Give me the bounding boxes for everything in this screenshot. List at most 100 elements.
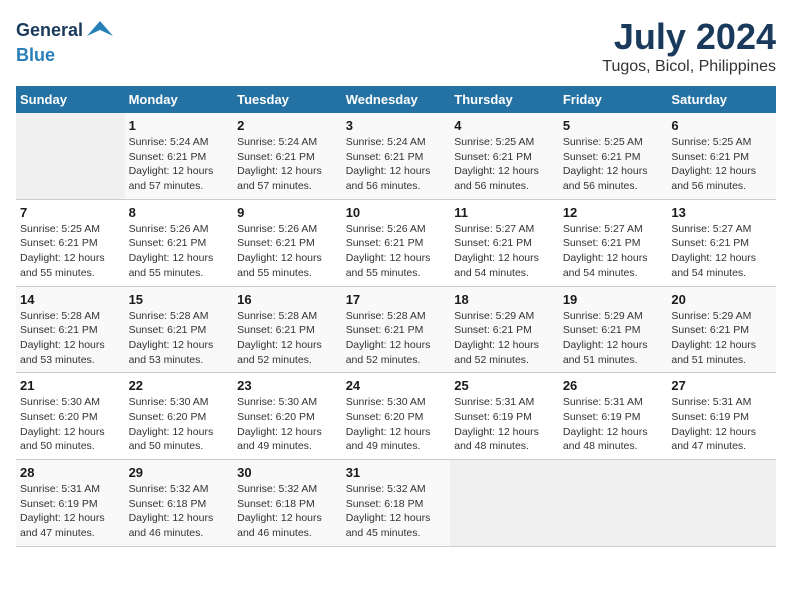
calendar-cell: 17 Sunrise: 5:28 AM Sunset: 6:21 PM Dayli… bbox=[342, 286, 451, 373]
calendar-cell: 5 Sunrise: 5:25 AM Sunset: 6:21 PM Daylig… bbox=[559, 113, 668, 199]
calendar-cell: 6Sunrise: 5:25 AM Sunset: 6:21 PM Daylig… bbox=[667, 113, 776, 199]
day-info: Sunrise: 5:27 AM Sunset: 6:21 PM Dayligh… bbox=[454, 222, 555, 281]
day-info: Sunrise: 5:30 AM Sunset: 6:20 PM Dayligh… bbox=[20, 395, 121, 454]
calendar-cell: 26 Sunrise: 5:31 AM Sunset: 6:19 PM Dayli… bbox=[559, 373, 668, 460]
day-info: Sunrise: 5:28 AM Sunset: 6:21 PM Dayligh… bbox=[20, 309, 121, 368]
day-info: Sunrise: 5:26 AM Sunset: 6:21 PM Dayligh… bbox=[346, 222, 447, 281]
day-info: Sunrise: 5:28 AM Sunset: 6:21 PM Dayligh… bbox=[346, 309, 447, 368]
calendar-cell: 7 Sunrise: 5:25 AM Sunset: 6:21 PM Daylig… bbox=[16, 199, 125, 286]
calendar-cell: 13Sunrise: 5:27 AM Sunset: 6:21 PM Dayli… bbox=[667, 199, 776, 286]
day-number: 3 bbox=[346, 118, 447, 133]
calendar-cell: 27 Sunrise: 5:31 AM Sunset: 6:19 PM Dayli… bbox=[667, 373, 776, 460]
day-info: Sunrise: 5:28 AM Sunset: 6:21 PM Dayligh… bbox=[237, 309, 338, 368]
day-number: 2 bbox=[237, 118, 338, 133]
day-number: 4 bbox=[454, 118, 555, 133]
main-title: July 2024 bbox=[602, 16, 776, 58]
day-info: Sunrise: 5:25 AM Sunset: 6:21 PM Dayligh… bbox=[563, 135, 664, 194]
logo: General Blue bbox=[16, 16, 115, 66]
calendar-cell bbox=[667, 460, 776, 547]
day-info: Sunrise: 5:30 AM Sunset: 6:20 PM Dayligh… bbox=[346, 395, 447, 454]
calendar-cell: 1 Sunrise: 5:24 AM Sunset: 6:21 PM Daylig… bbox=[125, 113, 234, 199]
day-number: 27 bbox=[671, 378, 772, 393]
calendar-cell: 31 Sunrise: 5:32 AM Sunset: 6:18 PM Dayli… bbox=[342, 460, 451, 547]
day-number: 26 bbox=[563, 378, 664, 393]
day-number: 8 bbox=[129, 205, 230, 220]
calendar-cell: 15 Sunrise: 5:28 AM Sunset: 6:21 PM Dayli… bbox=[125, 286, 234, 373]
day-info: Sunrise: 5:26 AM Sunset: 6:21 PM Dayligh… bbox=[129, 222, 230, 281]
week-row-4: 21 Sunrise: 5:30 AM Sunset: 6:20 PM Dayli… bbox=[16, 373, 776, 460]
day-number: 30 bbox=[237, 465, 338, 480]
day-info: Sunrise: 5:31 AM Sunset: 6:19 PM Dayligh… bbox=[20, 482, 121, 541]
calendar-cell: 23Sunrise: 5:30 AM Sunset: 6:20 PM Dayli… bbox=[233, 373, 342, 460]
day-number: 13 bbox=[671, 205, 772, 220]
calendar-cell bbox=[450, 460, 559, 547]
day-info: Sunrise: 5:26 AM Sunset: 6:21 PM Dayligh… bbox=[237, 222, 338, 281]
day-info: Sunrise: 5:24 AM Sunset: 6:21 PM Dayligh… bbox=[237, 135, 338, 194]
day-info: Sunrise: 5:27 AM Sunset: 6:21 PM Dayligh… bbox=[563, 222, 664, 281]
day-number: 7 bbox=[20, 205, 121, 220]
day-header-friday: Friday bbox=[559, 86, 668, 113]
calendar-cell: 10 Sunrise: 5:26 AM Sunset: 6:21 PM Dayli… bbox=[342, 199, 451, 286]
day-header-tuesday: Tuesday bbox=[233, 86, 342, 113]
calendar-cell bbox=[559, 460, 668, 547]
day-info: Sunrise: 5:25 AM Sunset: 6:21 PM Dayligh… bbox=[454, 135, 555, 194]
calendar-cell: 11 Sunrise: 5:27 AM Sunset: 6:21 PM Dayli… bbox=[450, 199, 559, 286]
day-info: Sunrise: 5:31 AM Sunset: 6:19 PM Dayligh… bbox=[671, 395, 772, 454]
header: General Blue July 2024 Tugos, Bicol, Phi… bbox=[16, 16, 776, 76]
day-number: 21 bbox=[20, 378, 121, 393]
day-number: 15 bbox=[129, 292, 230, 307]
calendar-cell: 28 Sunrise: 5:31 AM Sunset: 6:19 PM Dayli… bbox=[16, 460, 125, 547]
day-number: 14 bbox=[20, 292, 121, 307]
day-number: 1 bbox=[129, 118, 230, 133]
day-number: 20 bbox=[671, 292, 772, 307]
day-header-wednesday: Wednesday bbox=[342, 86, 451, 113]
day-number: 23 bbox=[237, 378, 338, 393]
day-header-monday: Monday bbox=[125, 86, 234, 113]
day-number: 17 bbox=[346, 292, 447, 307]
day-number: 28 bbox=[20, 465, 121, 480]
day-number: 5 bbox=[563, 118, 664, 133]
subtitle: Tugos, Bicol, Philippines bbox=[602, 58, 776, 76]
week-row-2: 7 Sunrise: 5:25 AM Sunset: 6:21 PM Daylig… bbox=[16, 199, 776, 286]
day-number: 25 bbox=[454, 378, 555, 393]
calendar-cell: 12 Sunrise: 5:27 AM Sunset: 6:21 PM Dayli… bbox=[559, 199, 668, 286]
day-info: Sunrise: 5:32 AM Sunset: 6:18 PM Dayligh… bbox=[129, 482, 230, 541]
calendar-cell: 19Sunrise: 5:29 AM Sunset: 6:21 PM Dayli… bbox=[559, 286, 668, 373]
day-number: 31 bbox=[346, 465, 447, 480]
day-number: 29 bbox=[129, 465, 230, 480]
day-info: Sunrise: 5:30 AM Sunset: 6:20 PM Dayligh… bbox=[129, 395, 230, 454]
calendar-cell: 30Sunrise: 5:32 AM Sunset: 6:18 PM Dayli… bbox=[233, 460, 342, 547]
day-info: Sunrise: 5:31 AM Sunset: 6:19 PM Dayligh… bbox=[563, 395, 664, 454]
calendar-cell: 4 Sunrise: 5:25 AM Sunset: 6:21 PM Daylig… bbox=[450, 113, 559, 199]
calendar-table: SundayMondayTuesdayWednesdayThursdayFrid… bbox=[16, 86, 776, 547]
calendar-cell: 16 Sunrise: 5:28 AM Sunset: 6:21 PM Dayli… bbox=[233, 286, 342, 373]
day-number: 12 bbox=[563, 205, 664, 220]
day-info: Sunrise: 5:29 AM Sunset: 6:21 PM Dayligh… bbox=[563, 309, 664, 368]
calendar-cell: 14 Sunrise: 5:28 AM Sunset: 6:21 PM Dayli… bbox=[16, 286, 125, 373]
day-info: Sunrise: 5:32 AM Sunset: 6:18 PM Dayligh… bbox=[346, 482, 447, 541]
day-info: Sunrise: 5:25 AM Sunset: 6:21 PM Dayligh… bbox=[671, 135, 772, 194]
day-number: 16 bbox=[237, 292, 338, 307]
day-number: 11 bbox=[454, 205, 555, 220]
day-info: Sunrise: 5:25 AM Sunset: 6:21 PM Dayligh… bbox=[20, 222, 121, 281]
day-number: 24 bbox=[346, 378, 447, 393]
calendar-cell: 2 Sunrise: 5:24 AM Sunset: 6:21 PM Daylig… bbox=[233, 113, 342, 199]
day-header-thursday: Thursday bbox=[450, 86, 559, 113]
day-header-saturday: Saturday bbox=[667, 86, 776, 113]
calendar-cell: 29 Sunrise: 5:32 AM Sunset: 6:18 PM Dayli… bbox=[125, 460, 234, 547]
calendar-cell: 18 Sunrise: 5:29 AM Sunset: 6:21 PM Dayli… bbox=[450, 286, 559, 373]
day-header-sunday: Sunday bbox=[16, 86, 125, 113]
week-row-3: 14 Sunrise: 5:28 AM Sunset: 6:21 PM Dayli… bbox=[16, 286, 776, 373]
day-info: Sunrise: 5:29 AM Sunset: 6:21 PM Dayligh… bbox=[454, 309, 555, 368]
calendar-cell: 8 Sunrise: 5:26 AM Sunset: 6:21 PM Daylig… bbox=[125, 199, 234, 286]
logo-text: General Blue bbox=[16, 16, 115, 66]
day-info: Sunrise: 5:24 AM Sunset: 6:21 PM Dayligh… bbox=[129, 135, 230, 194]
calendar-cell: 25Sunrise: 5:31 AM Sunset: 6:19 PM Dayli… bbox=[450, 373, 559, 460]
calendar-cell: 3Sunrise: 5:24 AM Sunset: 6:21 PM Daylig… bbox=[342, 113, 451, 199]
day-info: Sunrise: 5:29 AM Sunset: 6:21 PM Dayligh… bbox=[671, 309, 772, 368]
day-number: 10 bbox=[346, 205, 447, 220]
calendar-cell: 9Sunrise: 5:26 AM Sunset: 6:21 PM Daylig… bbox=[233, 199, 342, 286]
day-number: 18 bbox=[454, 292, 555, 307]
day-info: Sunrise: 5:28 AM Sunset: 6:21 PM Dayligh… bbox=[129, 309, 230, 368]
week-row-1: 1 Sunrise: 5:24 AM Sunset: 6:21 PM Daylig… bbox=[16, 113, 776, 199]
